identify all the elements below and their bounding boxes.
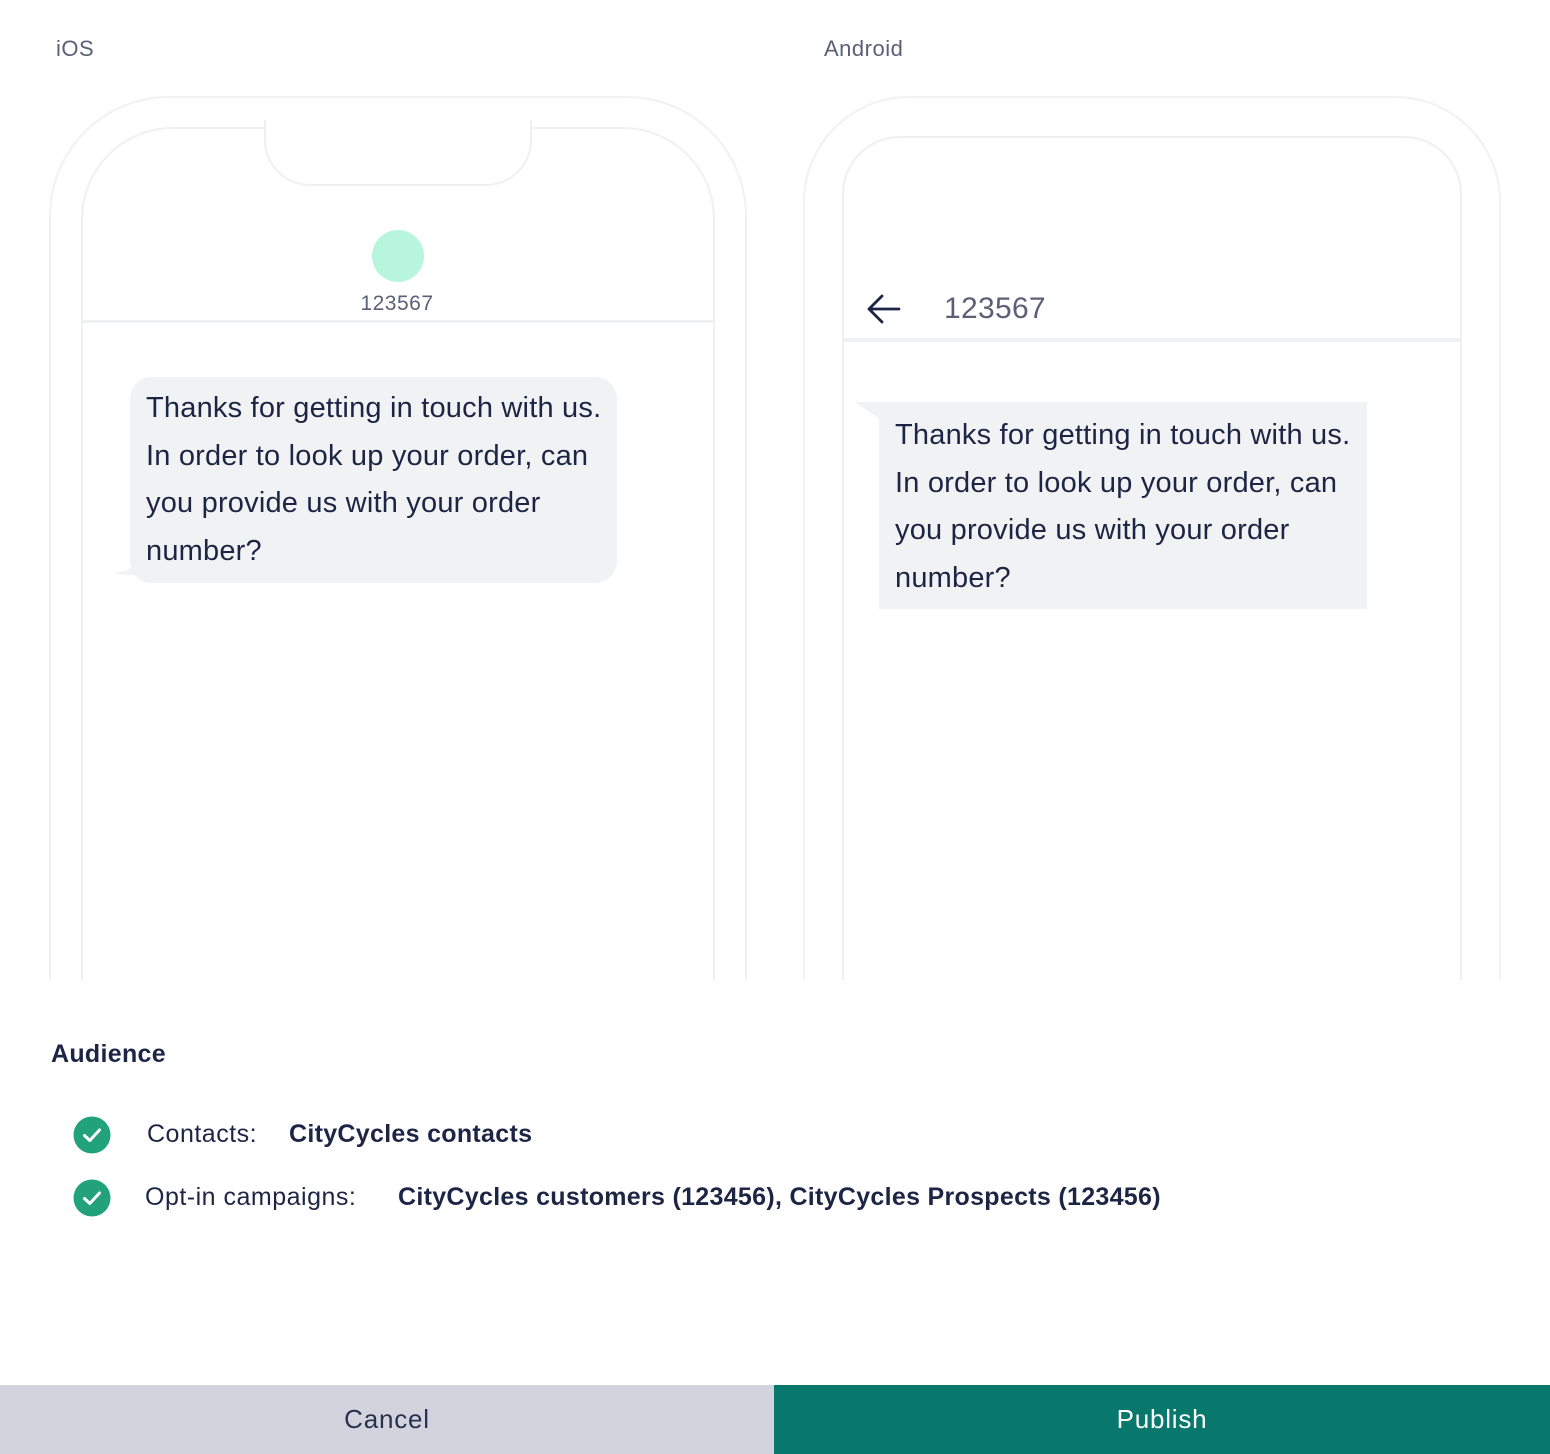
android-message-text: Thanks for getting in touch with us. In … — [895, 419, 1351, 594]
ios-notch — [264, 120, 532, 186]
audience-optin-value: CityCycles customers (123456), CityCycle… — [398, 1183, 1161, 1211]
audience-contacts-value: CityCycles contacts — [289, 1120, 533, 1148]
android-header-divider — [844, 338, 1460, 342]
android-bubble-tail — [855, 402, 881, 420]
ios-contact-name: 123567 — [360, 292, 434, 315]
android-platform-label: Android — [824, 36, 904, 61]
publish-button[interactable]: Publish — [774, 1385, 1550, 1454]
cancel-button[interactable]: Cancel — [0, 1385, 774, 1454]
audience-optin-label: Opt-in campaigns: — [145, 1183, 357, 1211]
publish-preview-dialog: iOS 123567 Thanks for getting in touch w… — [0, 0, 1550, 1454]
android-contact-name: 123567 — [944, 292, 1046, 325]
android-message-bubble: Thanks for getting in touch with us. In … — [879, 402, 1367, 609]
arrow-left-icon — [867, 294, 901, 324]
ios-message-text: Thanks for getting in touch with us. In … — [146, 392, 602, 567]
check-circle-icon — [73, 1179, 111, 1217]
ios-header-divider — [83, 320, 713, 323]
ios-message-bubble: Thanks for getting in touch with us. In … — [130, 377, 617, 583]
ios-contact-avatar — [372, 230, 424, 282]
audience-heading: Audience — [51, 1040, 166, 1068]
audience-contacts-label: Contacts: — [147, 1120, 258, 1148]
ios-platform-label: iOS — [56, 36, 95, 61]
check-circle-icon — [73, 1116, 111, 1154]
